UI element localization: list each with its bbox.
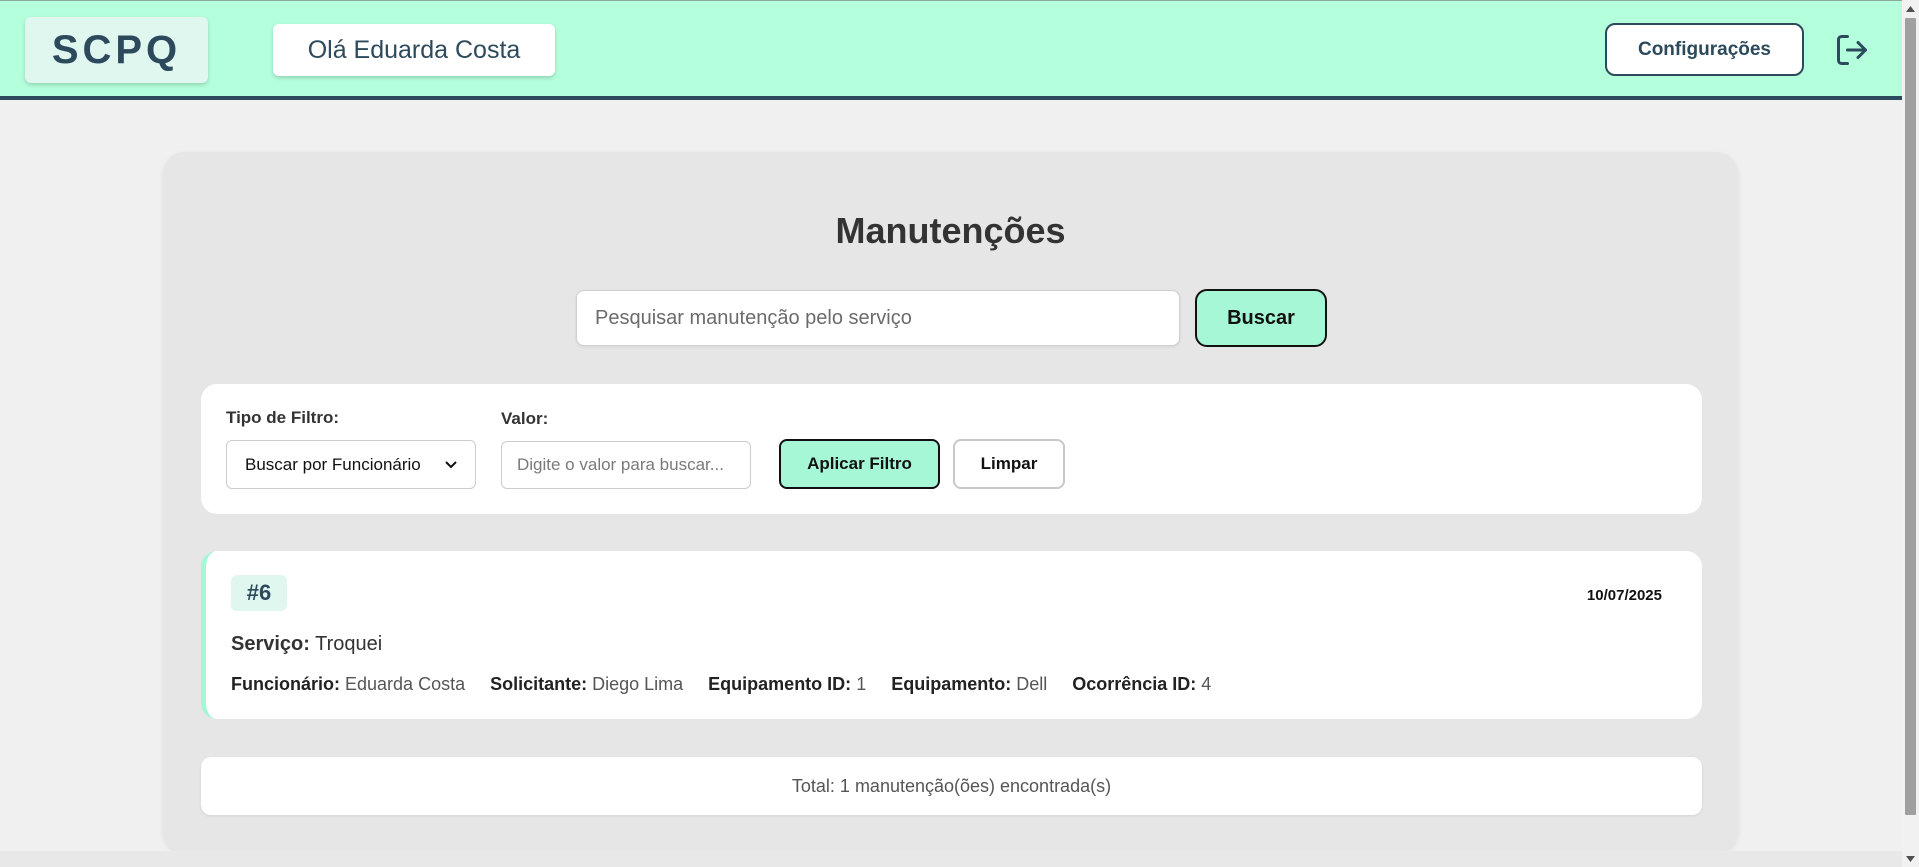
maintenance-panel: Manutenções Buscar Tipo de Filtro: Busca… [163, 152, 1738, 852]
service-label: Serviço: [231, 633, 310, 655]
detail-value: Eduarda Costa [345, 674, 466, 694]
scroll-up-arrow-icon[interactable] [1902, 0, 1919, 17]
filter-value-label: Valor: [501, 409, 549, 428]
detail-value: Dell [1016, 674, 1048, 694]
detail-value: Diego Lima [592, 674, 684, 694]
detail-label: Solicitante: [490, 674, 588, 694]
filter-type-selected: Buscar por Funcionário [245, 454, 421, 474]
service-value: Troquei [315, 633, 383, 655]
detail-label: Equipamento: [891, 674, 1012, 694]
logout-icon[interactable] [1834, 32, 1870, 68]
filter-type-label: Tipo de Filtro: [226, 408, 340, 427]
detail-equipment-id: Equipamento ID: 1 [708, 674, 866, 695]
detail-label: Ocorrência ID: [1072, 674, 1197, 694]
detail-occurrence-id: Ocorrência ID: 4 [1072, 674, 1211, 695]
detail-label: Funcionário: [231, 674, 340, 694]
search-button[interactable]: Buscar [1195, 289, 1327, 347]
apply-filter-button[interactable]: Aplicar Filtro [779, 439, 940, 489]
detail-requester: Solicitante: Diego Lima [490, 674, 683, 695]
filter-card: Tipo de Filtro: Buscar por Funcionário V… [201, 384, 1702, 514]
maintenance-service: Serviço: Troquei [231, 633, 382, 656]
maintenance-date: 10/07/2025 [1586, 587, 1662, 604]
filter-type-select[interactable]: Buscar por Funcionário [226, 440, 476, 489]
maintenance-id-badge: #6 [231, 575, 287, 611]
top-header: SCPQ Olá Eduarda Costa Configurações [0, 0, 1902, 100]
detail-label: Equipamento ID: [708, 674, 852, 694]
total-count: Total: 1 manutenção(ões) encontrada(s) [201, 757, 1702, 815]
maintenance-card[interactable]: #6 10/07/2025 Serviço: Troquei Funcionár… [201, 551, 1702, 719]
chevron-down-icon [445, 460, 457, 468]
maintenance-details: Funcionário: Eduarda Costa Solicitante: … [231, 674, 1211, 695]
detail-employee: Funcionário: Eduarda Costa [231, 674, 465, 695]
page-title: Manutenções [835, 210, 1066, 251]
settings-button[interactable]: Configurações [1605, 23, 1804, 76]
scroll-down-arrow-icon[interactable] [1902, 850, 1919, 867]
search-input[interactable] [576, 290, 1180, 346]
detail-value: 1 [856, 674, 867, 694]
clear-filter-button[interactable]: Limpar [953, 439, 1065, 489]
page-bottom-edge [0, 851, 1902, 867]
detail-equipment: Equipamento: Dell [891, 674, 1047, 695]
vertical-scrollbar[interactable] [1902, 0, 1919, 867]
scrollbar-thumb[interactable] [1905, 18, 1916, 815]
detail-value: 4 [1201, 674, 1212, 694]
filter-value-input[interactable] [501, 441, 751, 489]
page: SCPQ Olá Eduarda Costa Configurações Man… [0, 0, 1919, 867]
app-logo[interactable]: SCPQ [25, 17, 208, 83]
user-greeting: Olá Eduarda Costa [273, 24, 555, 76]
